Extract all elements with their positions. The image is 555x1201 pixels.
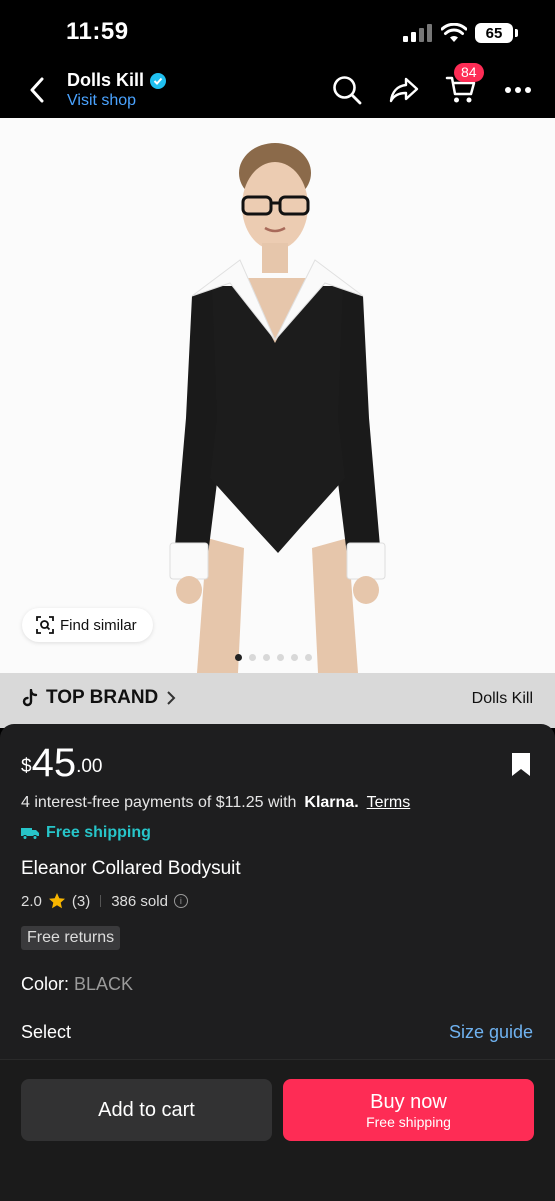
color-label: Color:	[21, 974, 70, 994]
product-price: $ 45 .00	[21, 742, 103, 784]
product-image[interactable]: Find similar	[0, 118, 555, 673]
brand-shop-name: Dolls Kill	[471, 690, 533, 707]
free-shipping-badge: Free shipping	[21, 824, 151, 842]
status-bar: 11:59 65	[0, 0, 555, 62]
save-button[interactable]	[511, 752, 531, 782]
back-button[interactable]	[20, 72, 54, 108]
pagination-dot[interactable]	[235, 654, 242, 661]
action-bar: Add to cart Buy now Free shipping	[0, 1059, 555, 1201]
free-shipping-label: Free shipping	[46, 824, 151, 841]
more-icon	[505, 87, 531, 93]
terms-link[interactable]: Terms	[367, 794, 411, 812]
pagination-dot[interactable]	[249, 654, 256, 661]
status-time: 11:59	[66, 18, 129, 45]
wifi-icon	[441, 23, 467, 42]
cart-count-badge: 84	[454, 63, 484, 82]
battery-indicator: 65	[475, 23, 518, 43]
buy-now-label: Buy now	[370, 1090, 447, 1113]
buy-now-sublabel: Free shipping	[366, 1113, 451, 1130]
shop-header: Dolls Kill Visit shop 84	[0, 62, 555, 118]
divider	[100, 895, 102, 907]
top-brand-bar[interactable]: TOP BRAND Dolls Kill	[0, 673, 555, 728]
search-icon	[333, 76, 362, 105]
bookmark-icon	[512, 753, 530, 776]
top-brand-label: TOP BRAND	[46, 687, 159, 708]
tiktok-icon	[22, 689, 38, 707]
price-cents: .00	[76, 756, 103, 777]
rating-count: (3)	[71, 892, 91, 910]
add-to-cart-button[interactable]: Add to cart	[21, 1079, 272, 1141]
image-pagination	[235, 654, 312, 661]
shop-name-text: Dolls Kill	[67, 70, 145, 90]
visit-shop-link[interactable]: Visit shop	[67, 92, 136, 110]
star-icon	[48, 893, 65, 909]
signal-icon	[403, 24, 432, 42]
more-button[interactable]	[500, 72, 536, 108]
chevron-right-icon	[167, 691, 176, 705]
image-search-icon	[36, 616, 54, 634]
size-guide-link[interactable]: Size guide	[449, 1022, 533, 1043]
search-button[interactable]	[329, 72, 365, 108]
truck-icon	[21, 828, 39, 840]
buy-now-button[interactable]: Buy now Free shipping	[283, 1079, 534, 1141]
find-similar-label: Find similar	[60, 616, 137, 634]
find-similar-button[interactable]: Find similar	[22, 608, 153, 642]
verified-badge-icon	[150, 72, 167, 89]
chevron-left-icon	[30, 77, 44, 103]
top-brand-badge: TOP BRAND	[22, 687, 176, 709]
shop-name[interactable]: Dolls Kill	[67, 70, 167, 91]
installments-info: 4 interest-free payments of $11.25 with …	[21, 794, 410, 812]
rating-row[interactable]: 2.0 (3) 386 sold i	[21, 892, 188, 910]
model-photo-illustration	[169, 143, 386, 673]
pagination-dot[interactable]	[277, 654, 284, 661]
color-selector[interactable]: Color: BLACK	[21, 974, 133, 995]
pagination-dot[interactable]	[291, 654, 298, 661]
status-icons: 65	[403, 20, 518, 46]
pagination-dot[interactable]	[305, 654, 312, 661]
product-title: Eleanor Collared Bodysuit	[21, 858, 241, 879]
share-button[interactable]	[386, 72, 422, 108]
select-size-label[interactable]: Select	[21, 1022, 71, 1043]
installments-text: 4 interest-free payments of $11.25 with	[21, 794, 297, 811]
product-details-panel: $ 45 .00 4 interest-free payments of $11…	[0, 724, 555, 1059]
share-icon	[389, 77, 419, 103]
price-currency: $	[21, 756, 32, 777]
info-icon[interactable]: i	[173, 894, 188, 908]
rating-value: 2.0	[21, 892, 42, 910]
pagination-dot[interactable]	[263, 654, 270, 661]
price-whole: 45	[31, 741, 77, 785]
klarna-logo: Klarna.	[304, 794, 359, 811]
free-returns-badge: Free returns	[21, 926, 121, 950]
sold-count: 386 sold	[111, 892, 168, 910]
color-value: BLACK	[74, 974, 134, 994]
